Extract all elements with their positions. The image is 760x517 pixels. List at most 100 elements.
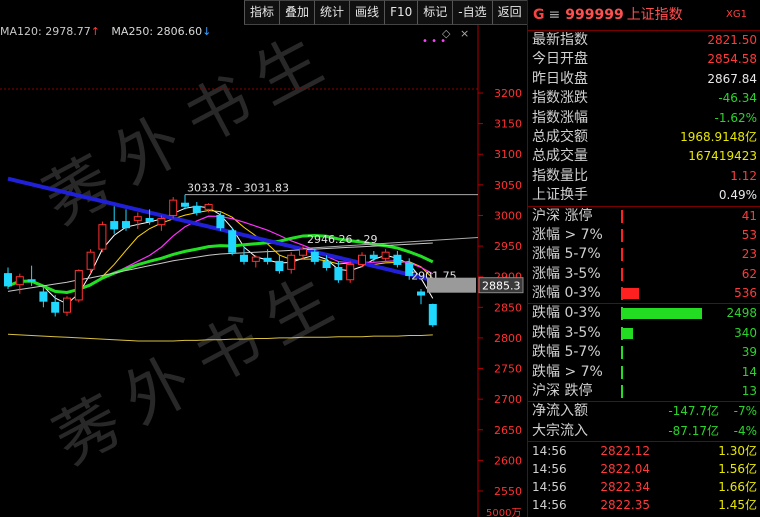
stat-value: 1968.9148亿 — [680, 129, 757, 144]
candle-body — [381, 251, 390, 259]
breadth-marker — [621, 248, 623, 262]
diamond-icon[interactable]: ◇ — [442, 27, 451, 40]
candle-body — [428, 304, 437, 326]
range-annotation-label-2: 2946.26 - 29 — [307, 233, 377, 246]
flow-row: 大宗流入 -87.17亿 -4% — [528, 422, 760, 441]
toolbar-button-4[interactable]: F10 — [385, 0, 419, 25]
stat-row: 上证换手 0.49% — [528, 186, 760, 205]
toolbar-button-7[interactable]: 返回 — [492, 0, 528, 25]
candle[interactable] — [428, 303, 437, 327]
candle[interactable] — [122, 209, 130, 231]
candle-body — [322, 260, 331, 269]
candle[interactable] — [216, 212, 225, 231]
flow-value: -147.7亿 — [668, 404, 719, 419]
candle-body — [192, 205, 201, 213]
candle[interactable] — [334, 261, 343, 283]
flow-section: 净流入额 -147.7亿 -7% 大宗流入 -87.17亿 -4% — [528, 401, 760, 441]
watermark-char: 外 — [103, 104, 194, 199]
breadth-label: 涨幅 0-3% — [532, 285, 601, 302]
candle[interactable] — [346, 261, 355, 283]
candle[interactable] — [133, 212, 142, 229]
tick-price: 2822.34 — [600, 480, 650, 495]
stat-label: 指数涨幅 — [532, 109, 588, 126]
candle-body — [74, 270, 83, 301]
candle-body — [240, 254, 248, 262]
breadth-marker — [621, 209, 623, 223]
candle-body — [51, 301, 60, 313]
candle[interactable] — [381, 249, 390, 262]
candle-body — [251, 256, 260, 262]
candle[interactable] — [86, 249, 95, 274]
y-tick-label: 2650 — [494, 424, 522, 437]
breadth-bar — [622, 308, 702, 320]
candle[interactable] — [228, 227, 237, 256]
candle[interactable] — [181, 194, 189, 210]
breadth-label: 跌幅 > 7% — [532, 363, 603, 380]
tick-volume: 1.30亿 — [718, 444, 757, 459]
candle[interactable] — [275, 255, 284, 274]
stat-row: 最新指数 2821.50 — [528, 31, 760, 50]
volume-axis-label: 5000万 — [486, 508, 521, 517]
watermark-char: 莠 — [43, 384, 134, 479]
y-tick-label: 2950 — [494, 240, 522, 253]
tick-volume: 1.56亿 — [718, 462, 757, 477]
close-icon[interactable]: × — [460, 27, 469, 40]
candle-body — [334, 267, 343, 281]
candle[interactable] — [169, 197, 178, 219]
breadth-row: 涨幅 5-7% 23 — [528, 245, 760, 264]
stat-row: 指数量比 1.12 — [528, 167, 760, 186]
stat-label: 最新指数 — [532, 32, 588, 48]
ma-legend: MA120: 2978.77↑ MA250: 2806.60↓ — [0, 25, 217, 41]
candle[interactable] — [15, 273, 24, 294]
candle-body — [393, 254, 402, 265]
candle-body — [358, 254, 366, 265]
candle[interactable] — [393, 250, 402, 268]
candle[interactable] — [74, 269, 83, 303]
tick-volume: 1.45亿 — [718, 498, 757, 513]
kline-chart-area[interactable]: 莠外书生莠外书生 3200 3150 3100 3050 3000 2950 2900 2850… — [0, 25, 526, 517]
candle-body — [133, 216, 142, 221]
menu-icon[interactable]: ≡ — [549, 7, 561, 23]
candle-body — [204, 203, 213, 210]
candle[interactable] — [4, 267, 12, 289]
tick-list[interactable]: 14:56 2822.12 1.30亿 14:56 2822.04 1.56亿 14:56 2… — [528, 441, 760, 514]
breadth-marker — [621, 365, 623, 379]
candle[interactable] — [251, 255, 260, 268]
stat-row: 今日开盘 2854.58 — [528, 50, 760, 69]
flow-pct: -7% — [733, 404, 757, 419]
candle-body — [4, 273, 12, 287]
toolbar-button-3[interactable]: 画线 — [350, 0, 386, 25]
price-chart[interactable]: 莠外书生莠外书生32003150310030503000295029002850… — [0, 25, 526, 517]
candle[interactable] — [51, 295, 60, 317]
toolbar-button-5[interactable]: 标记 — [418, 0, 454, 25]
candle[interactable] — [39, 287, 48, 308]
breadth-value: 62 — [741, 266, 757, 281]
candle[interactable] — [287, 252, 296, 274]
breadth-row: 沪深 涨停 41 — [528, 207, 760, 226]
breadth-marker — [621, 228, 623, 242]
watermark-char: 生 — [243, 25, 334, 119]
group-marker[interactable]: G — [533, 7, 545, 23]
candle[interactable] — [63, 296, 71, 316]
candle[interactable] — [417, 288, 425, 305]
watermark-char: 外 — [113, 344, 204, 439]
y-tick-label: 2550 — [494, 485, 522, 498]
toolbar-button-0[interactable]: 指标 — [244, 0, 281, 25]
tick-row: 14:56 2822.12 1.30亿 — [528, 442, 760, 460]
breadth-label: 涨幅 > 7% — [532, 226, 603, 243]
stat-label: 上证换手 — [532, 187, 588, 204]
candle[interactable] — [369, 250, 378, 262]
flow-label: 净流入额 — [532, 403, 588, 420]
breadth-value: 41 — [741, 208, 757, 223]
candle[interactable] — [98, 221, 107, 253]
y-tick-label: 2750 — [494, 363, 522, 376]
y-tick-label: 3100 — [494, 148, 522, 161]
security-code: 999999 — [565, 7, 624, 23]
stat-row: 指数涨幅 -1.62% — [528, 109, 760, 128]
breadth-value: 536 — [734, 286, 757, 301]
toolbar-button-6[interactable]: -自选 — [453, 0, 493, 25]
tick-volume: 1.66亿 — [718, 480, 757, 495]
breadth-label: 涨幅 3-5% — [532, 265, 601, 282]
toolbar-button-2[interactable]: 统计 — [315, 0, 351, 25]
toolbar-button-1[interactable]: 叠加 — [280, 0, 316, 25]
